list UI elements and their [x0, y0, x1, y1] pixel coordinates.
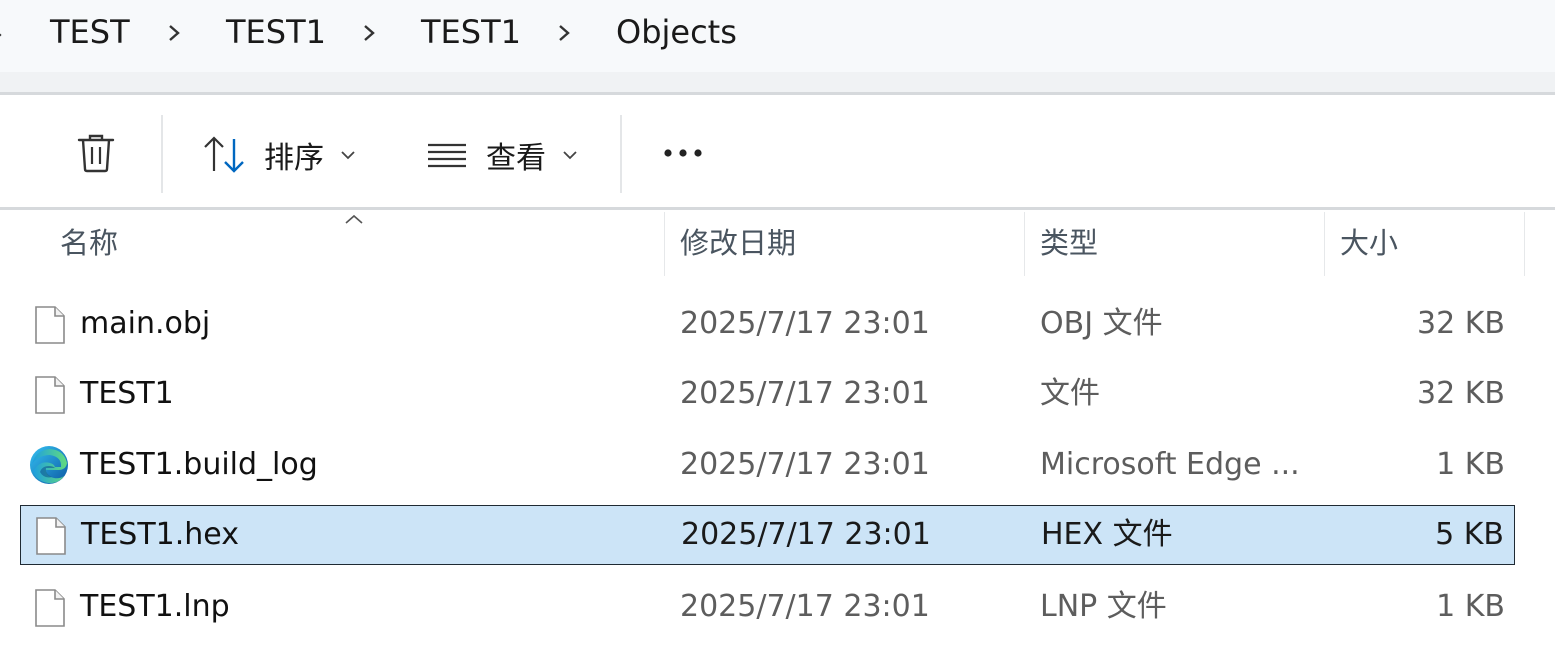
sort-button[interactable]: 排序	[202, 133, 358, 177]
chevron-right-icon[interactable]	[550, 16, 580, 50]
toolbar-separator	[620, 115, 622, 193]
column-header-size-label: 大小	[1340, 226, 1399, 260]
command-bar: 排序 查看	[0, 95, 1555, 207]
file-row[interactable]: TEST1.build_log 2025/7/17 23:01 Microsof…	[20, 435, 1515, 495]
sort-label: 排序	[264, 141, 324, 176]
file-row[interactable]: TEST1 2025/7/17 23:01 文件 32 KB	[20, 364, 1515, 424]
chevron-right-icon[interactable]	[355, 16, 385, 50]
file-modified-date: 2025/7/17 23:01	[680, 447, 930, 482]
view-button[interactable]: 查看	[426, 133, 580, 177]
delete-button[interactable]	[74, 131, 118, 175]
file-size: 1 KB	[1436, 589, 1505, 624]
list-view-icon	[428, 143, 466, 168]
generic-file-icon	[35, 589, 65, 627]
address-bar: TEST TEST1 TEST1 Objects	[0, 0, 1555, 92]
file-type: Microsoft Edge ...	[1040, 447, 1300, 482]
file-name: main.obj	[80, 306, 211, 341]
breadcrumb-item-test[interactable]: TEST	[50, 12, 130, 52]
file-size: 32 KB	[1417, 376, 1505, 411]
file-size: 1 KB	[1436, 447, 1505, 482]
file-type: OBJ 文件	[1040, 306, 1163, 341]
file-row[interactable]: main.obj 2025/7/17 23:01 OBJ 文件 32 KB	[20, 294, 1515, 354]
file-name: TEST1.lnp	[80, 589, 230, 624]
column-divider[interactable]	[1024, 212, 1025, 276]
file-name: TEST1.hex	[81, 517, 239, 552]
column-header-size[interactable]: 大小	[1340, 210, 1520, 276]
file-modified-date: 2025/7/17 23:01	[680, 306, 930, 341]
more-options-button[interactable]	[662, 135, 706, 171]
sort-arrows-icon	[204, 136, 244, 173]
column-header-date-label: 修改日期	[680, 226, 797, 260]
chevron-down-icon	[341, 151, 355, 160]
file-name: TEST1.build_log	[80, 447, 318, 482]
file-type: 文件	[1040, 376, 1100, 411]
chevron-down-icon	[563, 151, 577, 160]
toolbar-separator	[161, 115, 163, 193]
generic-file-icon	[35, 376, 65, 414]
file-size: 32 KB	[1417, 306, 1505, 341]
generic-file-icon	[36, 517, 66, 555]
column-divider[interactable]	[664, 212, 665, 276]
column-header-type-label: 类型	[1040, 226, 1099, 260]
edge-browser-icon	[30, 446, 68, 484]
trash-icon	[77, 134, 115, 173]
chevron-right-icon[interactable]	[160, 16, 190, 50]
column-divider[interactable]	[1324, 212, 1325, 276]
file-modified-date: 2025/7/17 23:01	[681, 517, 931, 552]
column-header-name[interactable]: 名称	[60, 210, 660, 276]
breadcrumb-item-objects[interactable]: Objects	[616, 12, 737, 52]
column-divider[interactable]	[1524, 212, 1525, 276]
breadcrumb-item-test1[interactable]: TEST1	[226, 12, 326, 52]
file-type: HEX 文件	[1041, 517, 1173, 552]
chevron-right-icon[interactable]	[0, 20, 20, 54]
address-bar-bottom	[0, 72, 1555, 92]
file-row[interactable]: TEST1.lnp 2025/7/17 23:01 LNP 文件 1 KB	[20, 577, 1515, 637]
file-modified-date: 2025/7/17 23:01	[680, 376, 930, 411]
column-header-date[interactable]: 修改日期	[680, 210, 1020, 276]
breadcrumb-item-test1-sub[interactable]: TEST1	[421, 12, 521, 52]
generic-file-icon	[35, 306, 65, 344]
view-label: 查看	[486, 141, 546, 176]
column-header-type[interactable]: 类型	[1040, 210, 1320, 276]
file-size: 5 KB	[1435, 517, 1504, 552]
file-row-selected[interactable]: TEST1.hex 2025/7/17 23:01 HEX 文件 5 KB	[20, 505, 1515, 565]
file-name: TEST1	[80, 376, 174, 411]
file-modified-date: 2025/7/17 23:01	[680, 589, 930, 624]
more-dots-icon	[664, 149, 702, 157]
file-type: LNP 文件	[1040, 589, 1167, 624]
column-header-name-label: 名称	[60, 226, 119, 260]
